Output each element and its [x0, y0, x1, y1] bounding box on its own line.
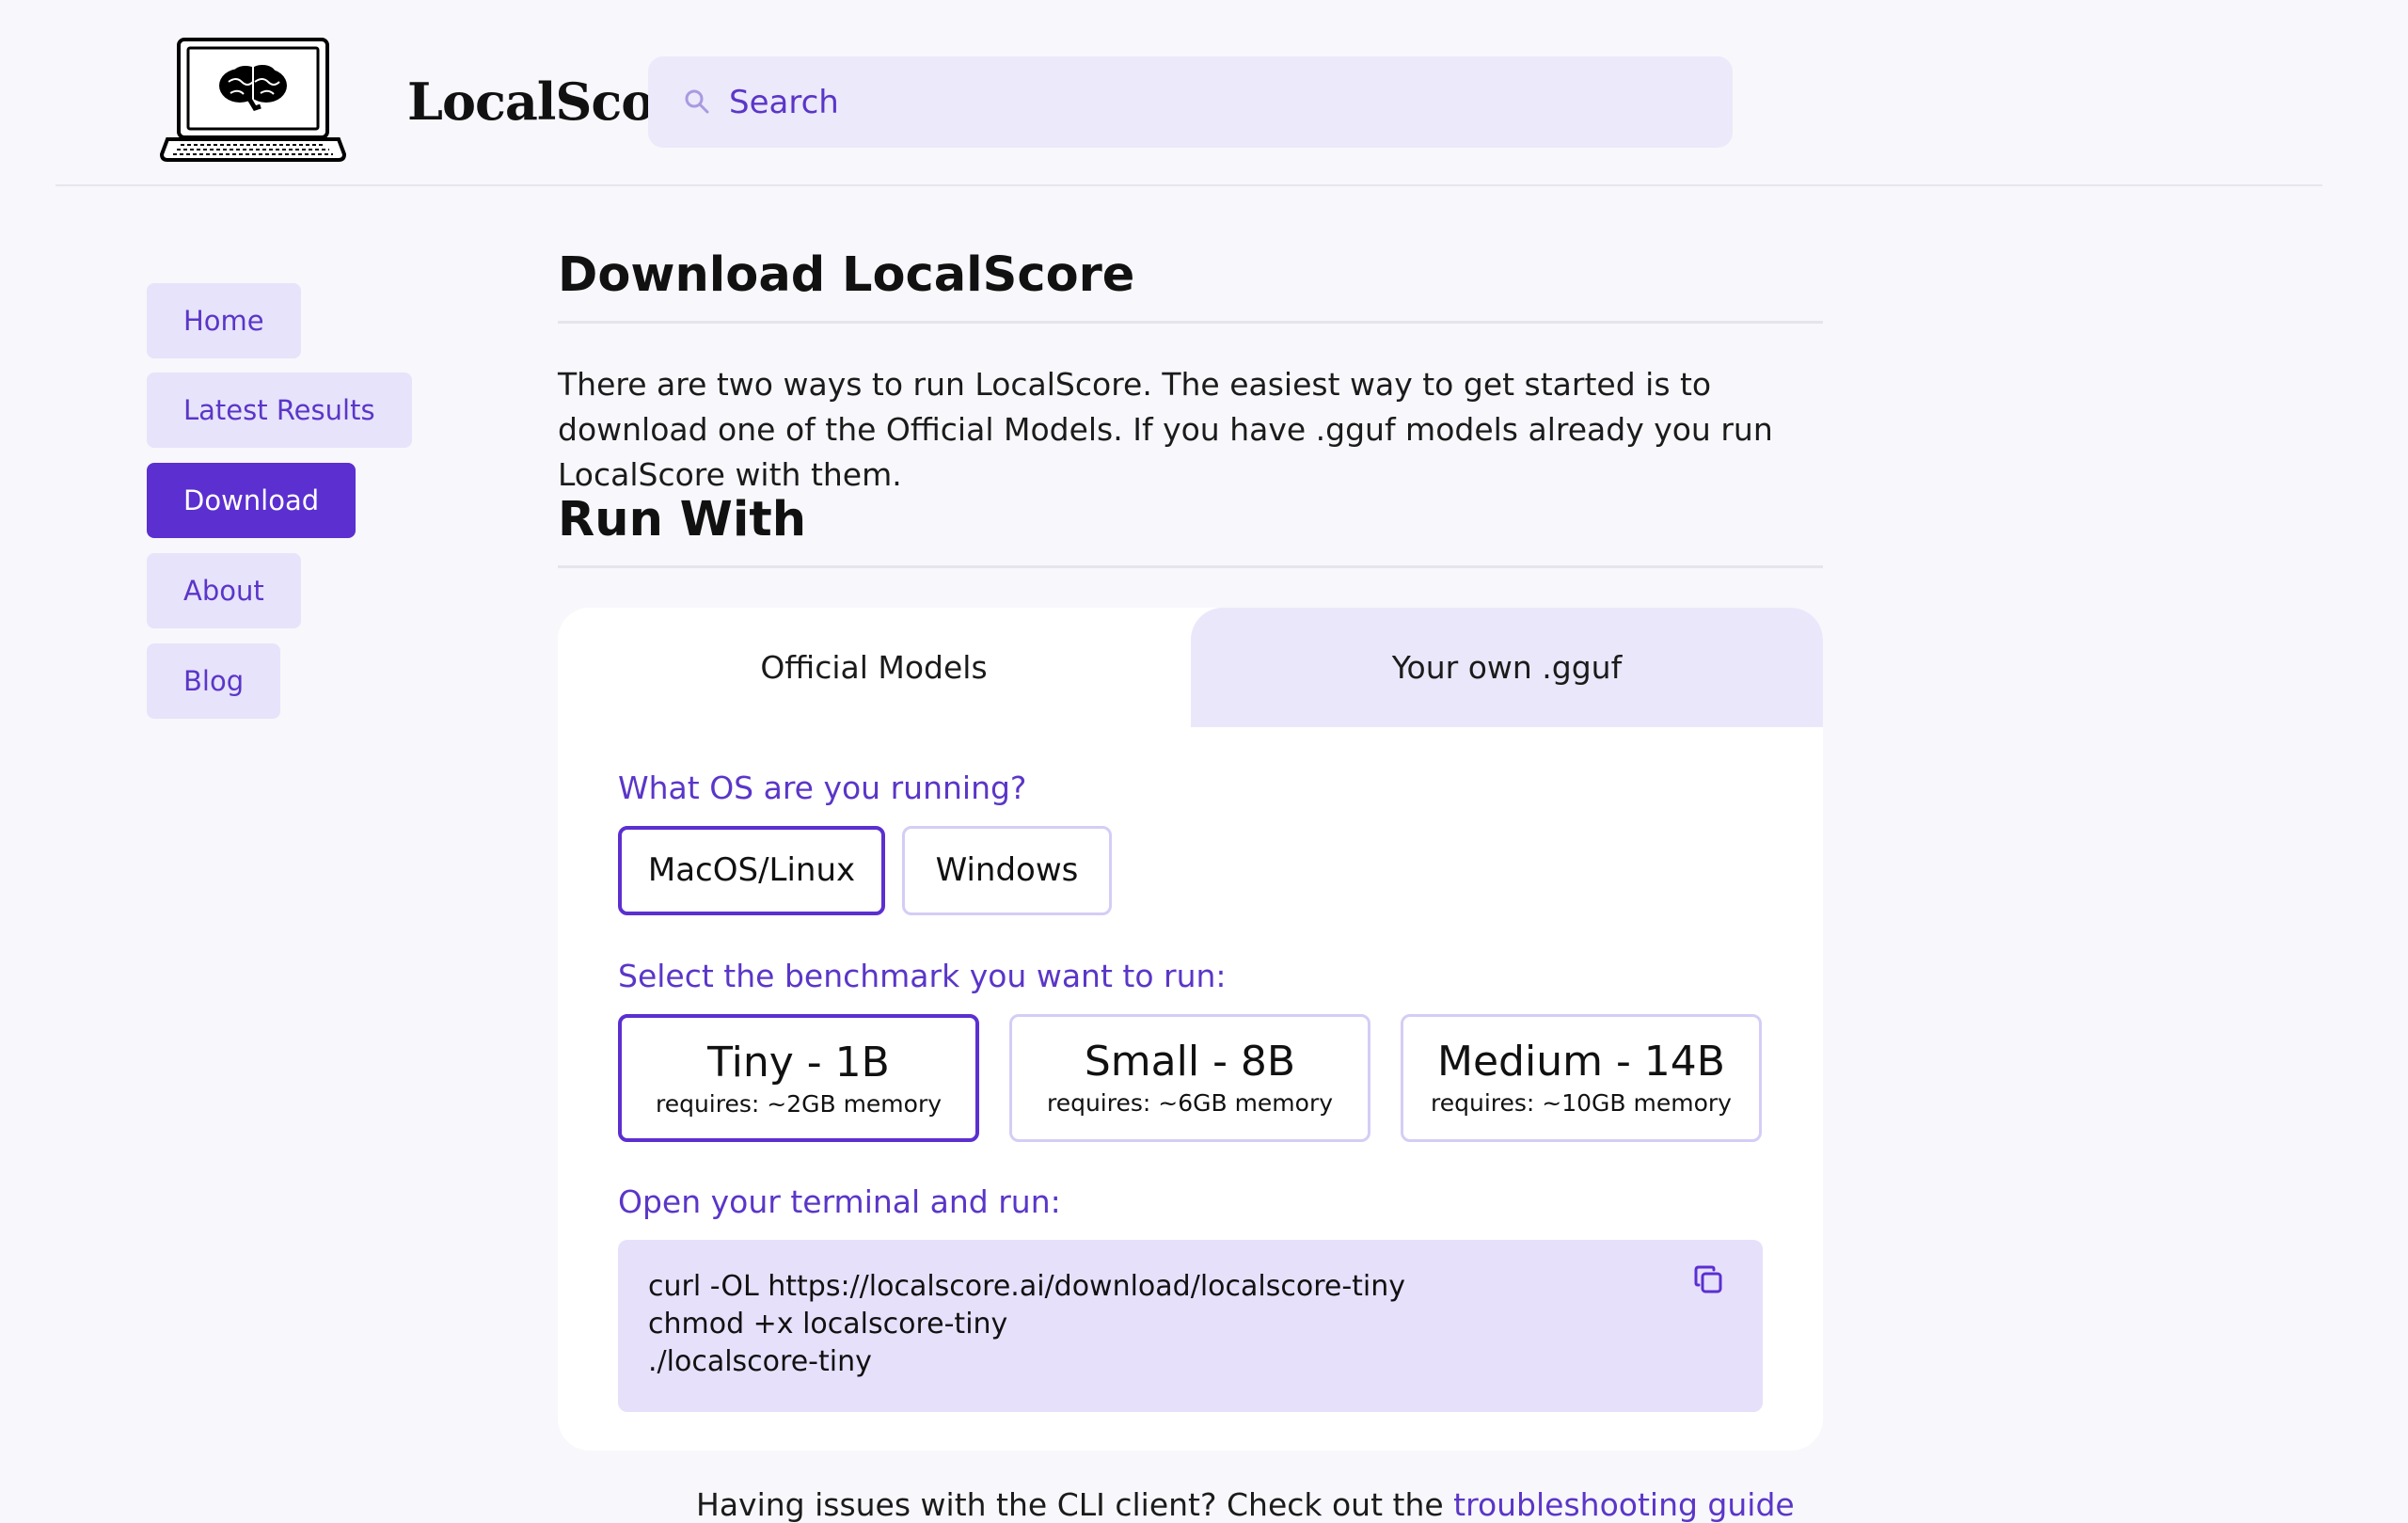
header-divider: [55, 184, 2322, 186]
tab-own-gguf[interactable]: Your own .gguf: [1191, 608, 1823, 727]
brand-name[interactable]: LocalScore: [407, 71, 652, 132]
code-line: chmod +x localscore-tiny: [648, 1308, 1008, 1341]
benchmark-requirement: requires: ~6GB memory: [1046, 1089, 1334, 1117]
benchmark-requirement: requires: ~10GB memory: [1431, 1089, 1732, 1117]
sidebar-item-download[interactable]: Download: [147, 463, 356, 538]
code-line: ./localscore-tiny: [648, 1345, 872, 1378]
top-header: LocalScore: [0, 0, 2408, 185]
run-with-divider: [558, 565, 1823, 568]
search-icon: [684, 88, 710, 115]
sidebar-item-home[interactable]: Home: [147, 283, 301, 358]
search-input[interactable]: [729, 77, 1576, 128]
sidebar-item-about[interactable]: About: [147, 553, 301, 628]
code-line: curl -OL https://localscore.ai/download/…: [648, 1270, 1406, 1303]
benchmark-question-label: Select the benchmark you want to run:: [618, 958, 1227, 994]
benchmark-option-small[interactable]: Small - 8B requires: ~6GB memory: [1009, 1014, 1370, 1142]
sidebar-item-blog[interactable]: Blog: [147, 643, 281, 719]
benchmark-option-medium[interactable]: Medium - 14B requires: ~10GB memory: [1401, 1014, 1762, 1142]
intro-text: There are two ways to run LocalScore. Th…: [558, 366, 1773, 493]
terminal-prompt-label: Open your terminal and run:: [618, 1183, 1061, 1220]
os-option-macos-linux[interactable]: MacOS/Linux: [618, 826, 885, 915]
benchmark-title: Medium - 14B: [1437, 1038, 1725, 1086]
os-question-label: What OS are you running?: [618, 769, 1027, 806]
copy-icon[interactable]: [1693, 1264, 1725, 1296]
search-bar[interactable]: [648, 56, 1733, 148]
title-divider: [558, 321, 1823, 324]
os-option-windows[interactable]: Windows: [902, 826, 1112, 915]
page-title: Download LocalScore: [558, 247, 1135, 303]
benchmark-requirement: requires: ~2GB memory: [655, 1090, 943, 1118]
run-with-card: Official Models Your own .gguf What OS a…: [558, 608, 1823, 1451]
benchmark-title: Tiny - 1B: [707, 1039, 890, 1087]
tab-official-models[interactable]: Official Models: [558, 608, 1190, 727]
run-with-heading: Run With: [558, 492, 807, 547]
laptop-brain-icon[interactable]: [159, 36, 347, 166]
benchmark-title: Small - 8B: [1084, 1038, 1296, 1086]
sidebar-item-latest-results[interactable]: Latest Results: [147, 373, 412, 448]
code-block[interactable]: curl -OL https://localscore.ai/download/…: [618, 1240, 1763, 1412]
benchmark-option-tiny[interactable]: Tiny - 1B requires: ~2GB memory: [618, 1014, 979, 1142]
